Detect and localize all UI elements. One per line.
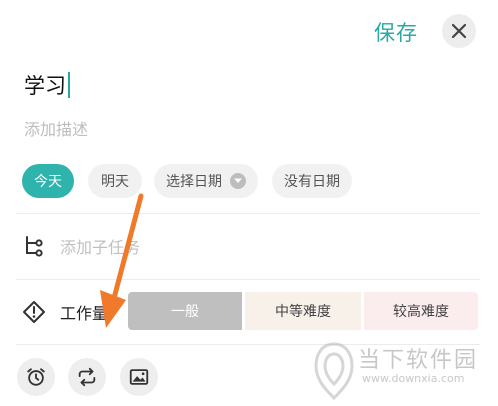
task-title-text: 学习 [24,74,66,98]
subtask-branch-icon [26,236,43,257]
watermark-logo-icon [314,342,354,400]
workload-label: 工作量 [60,304,109,323]
description-input[interactable]: 添加描述 [24,116,88,140]
date-chip-label: 选择日期 [166,174,222,190]
watermark-url: www.downxia.com [362,372,465,385]
watermark: 当下软件园 www.downxia.com [310,340,496,402]
date-chip-no-date[interactable]: 没有日期 [272,164,352,198]
annotation-arrow-icon [100,193,144,328]
date-chip-label: 今天 [34,174,62,190]
task-editor: 保存 学习 添加描述 今天 明天 选择日期 没有日期 添加子任务 工作量 一般 … [0,0,498,406]
repeat-icon [78,367,96,387]
save-button[interactable]: 保存 [374,17,418,47]
reminder-button[interactable] [17,358,55,396]
text-caret [68,72,70,98]
close-icon [451,23,467,39]
difficulty-option-label: 中等难度 [275,304,331,320]
date-chip-today[interactable]: 今天 [22,164,74,198]
difficulty-normal-option[interactable]: 一般 [128,292,242,330]
difficulty-hard-option[interactable]: 较高难度 [364,292,478,330]
warning-diamond-icon [23,301,45,323]
date-chip-label: 明天 [101,174,129,190]
difficulty-option-label: 一般 [171,304,199,320]
divider [16,344,480,345]
add-subtask-row[interactable]: 添加子任务 [22,230,140,262]
divider [16,279,480,280]
add-subtask-label: 添加子任务 [60,238,141,257]
chevron-down-icon [230,173,246,189]
watermark-title: 当下软件园 [358,348,479,373]
date-chip-choose-date[interactable]: 选择日期 [154,164,258,198]
alarm-clock-icon [27,368,45,386]
difficulty-medium-option[interactable]: 中等难度 [245,292,361,330]
divider [16,213,480,214]
difficulty-option-label: 较高难度 [393,304,449,320]
image-button[interactable] [120,358,158,396]
workload-row: 工作量 [22,296,108,328]
image-icon [129,369,149,385]
date-chip-label: 没有日期 [284,174,340,190]
close-button[interactable] [442,14,476,48]
repeat-button[interactable] [68,358,106,396]
task-title-input[interactable]: 学习 [24,70,70,100]
date-chip-tomorrow[interactable]: 明天 [88,164,142,198]
